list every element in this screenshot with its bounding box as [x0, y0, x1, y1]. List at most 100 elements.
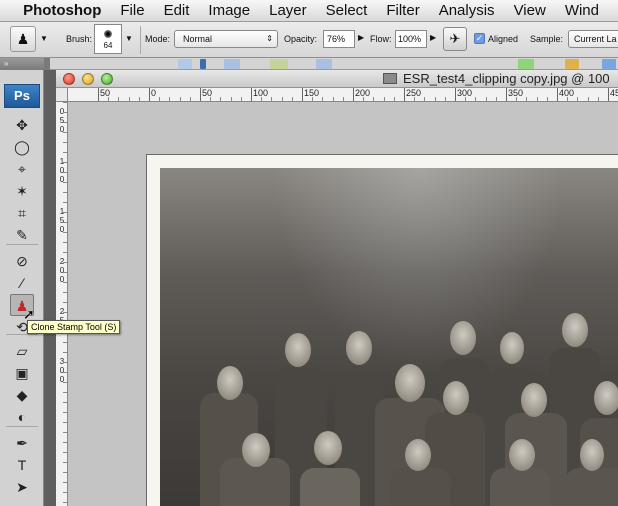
ruler-label: 0: [59, 366, 65, 375]
menu-filter[interactable]: Filter: [386, 2, 419, 19]
ruler-minor-tick: [342, 97, 344, 101]
ruler-label: 250: [406, 88, 422, 98]
horizontal-ruler[interactable]: 50050100150200250300350400450: [68, 88, 618, 102]
healing-brush-tool[interactable]: ⊘: [10, 250, 34, 272]
mode-select[interactable]: Normal ⇕: [174, 30, 278, 48]
lasso-tool[interactable]: ⌖: [10, 158, 34, 180]
zoom-window-button[interactable]: [101, 73, 113, 85]
lasso-icon: ⌖: [18, 161, 26, 177]
ruler-origin[interactable]: [56, 88, 68, 102]
mouse-pointer-icon: ➚: [23, 306, 35, 322]
type-tool[interactable]: T: [10, 454, 34, 476]
opacity-slider-arrow-icon[interactable]: ▶: [358, 33, 364, 42]
ruler-minor-tick: [63, 292, 67, 293]
ruler-minor-tick: [63, 172, 67, 173]
move-tool[interactable]: ✥: [10, 114, 34, 136]
dodge-tool[interactable]: ◐: [10, 406, 34, 428]
opacity-field[interactable]: 76%: [323, 30, 355, 48]
ruler-minor-tick: [312, 97, 314, 101]
blur-tool[interactable]: ◆: [10, 384, 34, 406]
menu-layer[interactable]: Layer: [269, 2, 307, 19]
menu-image[interactable]: Image: [208, 2, 250, 19]
app-bar-icon[interactable]: [518, 59, 534, 69]
ruler-minor-tick: [63, 352, 67, 353]
ruler-minor-tick: [526, 97, 528, 101]
tool-group-divider: [6, 426, 38, 427]
ruler-minor-tick: [63, 432, 67, 433]
ruler-minor-tick: [230, 97, 232, 101]
app-bar-icon[interactable]: [224, 59, 240, 69]
tool-preset-arrow-icon[interactable]: ▼: [40, 34, 48, 43]
brush-size: 64: [103, 41, 113, 50]
magic-wand-tool[interactable]: ✶: [10, 180, 34, 202]
brush-arrow-icon[interactable]: ▼: [125, 34, 133, 43]
eyedropper-tool[interactable]: ✎: [10, 224, 34, 246]
gradient-tool[interactable]: ▣: [10, 362, 34, 384]
ruler-minor-tick: [414, 97, 416, 101]
photoshop-logo: Ps: [4, 84, 40, 108]
ruler-minor-tick: [63, 262, 67, 263]
menu-view[interactable]: View: [514, 2, 546, 19]
options-bar: ♟ ▼ Brush: 64 ▼ Mode: Normal ⇕ Opacity: …: [0, 22, 618, 58]
ruler-minor-tick: [465, 97, 467, 101]
ruler-label: 5: [59, 116, 65, 125]
ruler-minor-tick: [63, 312, 67, 313]
vertical-ruler[interactable]: 050100150200250300: [56, 102, 68, 506]
sample-select[interactable]: Current La: [568, 30, 618, 48]
app-bar-icon[interactable]: [178, 59, 192, 69]
airbrush-toggle[interactable]: ✈: [443, 27, 467, 51]
menu-analysis[interactable]: Analysis: [439, 2, 495, 19]
menu-file[interactable]: File: [120, 2, 144, 19]
ruler-label: 0: [151, 88, 157, 98]
pen-tool[interactable]: ✒: [10, 432, 34, 454]
menu-window[interactable]: Wind: [565, 2, 599, 19]
document-icon: [383, 73, 397, 84]
menu-select[interactable]: Select: [326, 2, 368, 19]
photo-figures: [200, 313, 618, 506]
group-photograph: [160, 168, 618, 506]
document-title-bar[interactable]: ESR_test4_clipping copy.jpg @ 100: [56, 70, 618, 88]
ruler-minor-tick: [63, 422, 67, 423]
app-bar-arrow-icon[interactable]: [200, 59, 206, 69]
app-bar-icon[interactable]: [270, 59, 288, 69]
ruler-minor-tick: [108, 97, 110, 101]
flow-label: Flow:: [370, 34, 392, 44]
ruler-label: 300: [457, 88, 473, 98]
app-bar-icon[interactable]: [565, 59, 579, 69]
crop-tool[interactable]: ⌗: [10, 202, 34, 224]
options-divider: [140, 26, 141, 54]
marquee-tool[interactable]: ◯: [10, 136, 34, 158]
ruler-minor-tick: [63, 252, 67, 253]
aligned-checkbox[interactable]: ✓: [474, 33, 485, 44]
gradient-icon: ▣: [15, 365, 29, 381]
flow-field[interactable]: 100%: [395, 30, 427, 48]
menu-edit[interactable]: Edit: [164, 2, 190, 19]
brush-tool[interactable]: ∕: [10, 272, 34, 294]
airbrush-icon: ✈: [449, 31, 461, 46]
ruler-minor-tick: [63, 382, 67, 383]
dodge-icon: ◐: [17, 409, 27, 425]
ruler-minor-tick: [63, 162, 67, 163]
close-window-button[interactable]: [63, 73, 75, 85]
brush-picker[interactable]: 64: [94, 24, 122, 54]
eraser-tool[interactable]: ▱: [10, 340, 34, 362]
menu-app-name[interactable]: Photoshop: [23, 2, 101, 19]
app-bar-icon[interactable]: [602, 59, 616, 69]
minimize-window-button[interactable]: [82, 73, 94, 85]
app-bar-icon[interactable]: [316, 59, 332, 69]
flow-slider-arrow-icon[interactable]: ▶: [430, 33, 436, 42]
ruler-minor-tick: [322, 97, 324, 101]
ruler-label: 400: [559, 88, 575, 98]
ruler-minor-tick: [159, 97, 161, 101]
ruler-minor-tick: [63, 482, 67, 483]
ruler-label: 100: [253, 88, 269, 98]
tool-preset-picker[interactable]: ♟: [10, 26, 36, 52]
path-selection-tool[interactable]: ➤: [10, 476, 34, 498]
canvas[interactable]: [68, 102, 618, 506]
eyedropper-icon: ✎: [16, 227, 28, 243]
tools-panel-header[interactable]: »: [0, 58, 44, 70]
ruler-minor-tick: [546, 97, 548, 101]
tools-panel: » Ps ✥ ◯ ⌖ ✶ ⌗ ✎ ⊘ ∕ ♟ ⟲ ▱ ▣ ◆ ◐ ✒ T ➤: [0, 58, 44, 506]
crop-icon: ⌗: [18, 205, 26, 221]
ruler-minor-tick: [587, 97, 589, 101]
